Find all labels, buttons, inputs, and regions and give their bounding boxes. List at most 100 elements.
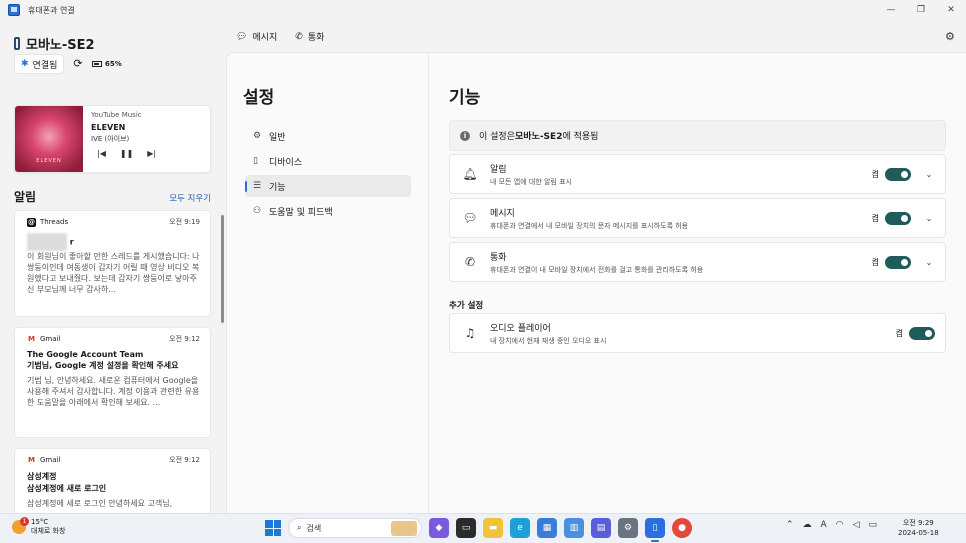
feature-controls: 켬 [895,326,935,340]
info-suffix: 에 적용됨 [562,132,599,142]
connection-status-label: 연결됨 [32,60,58,71]
feature-text: 오디오 플레이어 내 장치에서 현재 재생 중인 오디오 표시 [490,321,606,346]
task-view-icon[interactable]: ▭ [456,518,476,538]
notification-card[interactable]: M Gmail 오전 9:12 삼성계정 삼성계정에 새로 로그인 삼성계정에 … [14,448,211,513]
sun-icon: 1 [12,517,29,534]
calls-toggle[interactable] [885,255,911,269]
messages-toggle[interactable] [885,211,911,225]
notifications-header: 알림 모두 지우기 [14,188,211,205]
taskbar-search[interactable]: ⌕ 검색 [288,518,422,538]
battery-icon[interactable]: ▭ [869,520,878,530]
file-explorer-icon[interactable]: ▬ [483,518,503,538]
notification-sender: r [27,233,200,251]
call-icon: ✆ [295,31,303,42]
audio-player-toggle[interactable] [909,326,935,340]
feature-controls: 켬 ⌄ [871,167,935,181]
info-device: 모바노-SE2 [514,132,563,142]
notification-card[interactable]: M Gmail 오전 9:12 The Google Account Team … [14,327,211,438]
settings-nav-devices[interactable]: ▯ 디바이스 [245,150,411,172]
phone-link-icon[interactable]: ▯ [645,518,665,542]
system-tray: ⌃ ☁ A ◠ ◁ ▭ [786,520,877,530]
close-button[interactable]: ✕ [936,5,966,15]
start-button-icon[interactable] [265,520,281,536]
settings-nav-features[interactable]: ☰ 기능 [245,175,411,197]
weather-temp: 15°C [31,518,49,526]
copilot-icon[interactable]: ◆ [429,518,449,538]
clear-all-link[interactable]: 모두 지우기 [169,192,211,204]
notifications-toggle[interactable] [885,167,911,181]
window-controls: — ❐ ✕ [876,5,966,15]
feature-notifications[interactable]: 🔔︎ 알림 내 모든 앱에 대한 알림 표시 켬 ⌄ [449,154,946,194]
settings-icon[interactable]: ⚙ [618,518,638,538]
feature-title: 메시지 [490,208,515,219]
notification-app: Gmail [40,456,61,464]
previous-track-icon[interactable]: |◀ [97,149,106,158]
tab-calls-label: 통화 [307,33,325,43]
device-name: 모바노-SE2 [26,38,95,53]
store-icon[interactable]: ▦ [537,518,557,538]
notifications-scrollbar[interactable] [221,215,224,323]
toggle-state: 켬 [895,328,903,338]
weather-widget[interactable]: 1 15°C 대체로 화창 [12,517,65,536]
sync-icon[interactable]: ⟳ [68,54,88,74]
settings-gear-icon[interactable]: ⚙ [945,30,955,43]
settings-nav: 설정 ⚙ 일반 ▯ 디바이스 ☰ 기능 ⚇ 도움말 및 피드백 [227,53,429,514]
notification-body: 삼성계정에 새로 로그인 안녕하세요 고객님, [27,499,173,508]
album-art-caption: ELEVEN [36,158,62,164]
volume-icon[interactable]: ◁ [853,520,860,530]
toggle-state: 켬 [871,213,879,223]
settings-nav-general[interactable]: ⚙ 일반 [245,125,411,147]
wifi-icon[interactable]: ◠ [836,520,844,530]
device-header: 모바노-SE2 [14,34,95,53]
language-indicator[interactable]: A [821,520,827,530]
phone-link-app-icon [8,4,20,16]
feature-controls: 켬 ⌄ [872,255,935,269]
chevron-down-icon[interactable]: ⌄ [923,170,935,179]
network-app-icon[interactable]: ☁ [803,520,812,530]
feature-title: 통화 [490,252,507,263]
notification-body: 이 회원님이 좋아할 만한 스레드를 게시했습니다: 나 쌍둥이인데 여동생이 … [27,252,200,294]
app-icon[interactable]: ▥ [564,518,584,538]
settings-title: 설정 [243,88,275,108]
taskbar-clock[interactable]: 오전 9:29 2024-05-18 [898,518,939,538]
music-icon: ♫ [464,326,476,340]
next-track-icon[interactable]: ▶| [147,149,156,158]
device-panel: 모바노-SE2 ✱ 연결됨 ⟳ 65% ELEVEN YouTube Music… [0,20,226,513]
toggle-state: 켬 [871,169,879,179]
minimize-button[interactable]: — [876,5,906,15]
feature-title: 오디오 플레이어 [490,323,551,334]
additional-settings-title: 추가 설정 [449,301,484,311]
feature-text: 메시지 휴대폰과 연결에서 내 모바일 장치의 문자 메시지를 표시하도록 허용 [490,206,688,231]
window-title: 휴대폰과 연결 [28,5,75,15]
chevron-down-icon[interactable]: ⌄ [923,214,935,223]
search-icon: ⌕ [297,523,302,532]
info-icon: i [460,130,470,141]
chat-app-icon[interactable]: ▤ [591,518,611,538]
notification-app: Threads [40,218,69,226]
nav-item-label: 도움말 및 피드백 [269,207,333,218]
notification-sender: 삼성계정 [27,472,57,481]
feature-messages[interactable]: 💬︎ 메시지 휴대폰과 연결에서 내 모바일 장치의 문자 메시지를 표시하도록… [449,198,946,238]
maximize-button[interactable]: ❐ [906,5,936,15]
bell-icon: 🔔︎ [462,167,478,181]
tab-messages[interactable]: 💬︎ 메시지 [236,30,277,44]
chrome-icon[interactable]: ● [672,518,692,538]
notification-subject: 삼성계정에 새로 로그인 [27,484,107,493]
settings-nav-help[interactable]: ⚇ 도움말 및 피드백 [245,200,411,222]
notification-card[interactable]: @ Threads 오전 9:19 r 이 회원님이 좋아할 만한 스레드를 게… [14,210,211,317]
notification-time: 오전 9:12 [169,335,200,343]
connection-status[interactable]: ✱ 연결됨 [14,54,65,74]
bluetooth-icon: ✱ [21,59,29,69]
chevron-up-icon[interactable]: ⌃ [786,520,794,530]
battery-icon [92,61,102,67]
call-icon: ✆ [464,255,476,269]
pause-icon[interactable]: ❚❚ [120,149,133,158]
media-title: ELEVEN [91,123,126,132]
chevron-down-icon[interactable]: ⌄ [923,258,935,267]
feature-calls[interactable]: ✆ 통화 휴대폰과 연결이 내 모바일 장치에서 전화를 걸고 통화를 관리하도… [449,242,946,282]
tab-calls[interactable]: ✆ 통화 [295,30,325,44]
message-icon: 💬︎ [236,31,248,42]
feature-audio-player[interactable]: ♫ 오디오 플레이어 내 장치에서 현재 재생 중인 오디오 표시 켬 [449,313,946,353]
notification-time: 오전 9:19 [169,218,200,226]
edge-icon[interactable]: e [510,518,530,538]
